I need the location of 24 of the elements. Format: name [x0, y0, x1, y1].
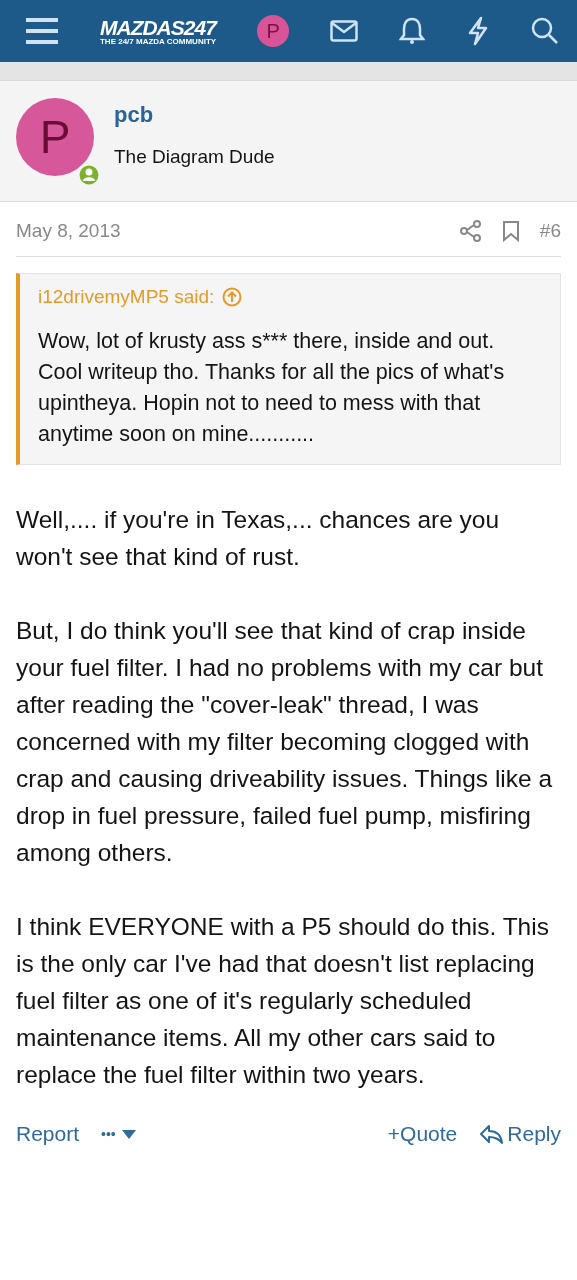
post-paragraph: Well,.... if you're in Texas,... chances are you won't see that kind of rust. — [16, 505, 501, 572]
share-icon[interactable] — [459, 220, 482, 242]
caret-icon — [121, 1129, 136, 1139]
post-paragraph: I think EVERYONE with a P5 should do this. This is the only car I've had that doesn't list replacing fuel filter as one of it's regularly scheduled maintenance items. All my other cars said to replace the fuel filter within two years. — [16, 912, 550, 1090]
search-icon[interactable] — [530, 17, 559, 45]
reply-link[interactable]: Reply — [479, 1122, 561, 1146]
envelope-icon[interactable] — [330, 20, 359, 42]
author-name[interactable]: pcb — [114, 102, 275, 128]
menu-icon[interactable] — [25, 16, 59, 46]
bookmark-icon[interactable] — [501, 220, 520, 242]
site-logo[interactable]: MAZDAS247 THE 24/7 MAZDA COMMUNITY — [99, 16, 217, 46]
lightning-icon[interactable] — [466, 16, 490, 46]
reply-icon — [479, 1123, 506, 1145]
quote-text: Wow, lot of krusty ass s*** there, inside and out. Cool writeup tho. Thanks for all the pics of what's upintheya. Hopin not to need to mess with that anytime soon on mine........... — [38, 328, 506, 448]
user-avatar[interactable]: P — [257, 15, 290, 47]
quote-link[interactable]: +Quote — [387, 1122, 458, 1146]
author-avatar[interactable]: P — [16, 98, 94, 176]
post-number[interactable]: #6 — [539, 220, 561, 242]
post-date[interactable]: May 8, 2013 — [16, 220, 121, 242]
author-title: The Diagram Dude — [114, 146, 275, 168]
post-paragraph: But, I do think you'll see that kind of crap inside your fuel filter. I had no problems with my car but after reading the "cover-leak" thread, I was concerned with my filter becoming clogged with crap and causing driveability issues. Things like a drop in fuel pressure, failed fuel pump, misfiring among others. — [16, 616, 554, 868]
report-link[interactable]: Report — [16, 1122, 80, 1146]
more-menu[interactable]: ••• — [101, 1126, 136, 1142]
bell-icon[interactable] — [399, 17, 426, 45]
